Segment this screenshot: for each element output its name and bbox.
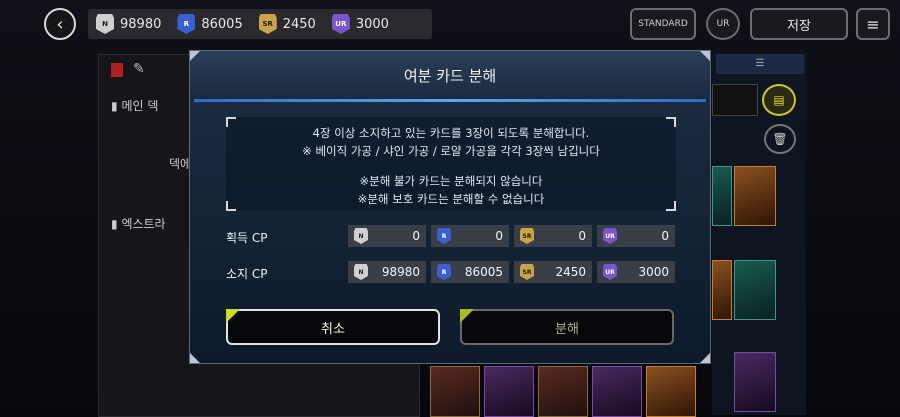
dialog-header: 여분 카드 분해 (190, 51, 710, 99)
cp-r: R 86005 (177, 14, 243, 34)
cp-n: N 98980 (96, 14, 161, 34)
sidebar-item-extra-deck[interactable]: ▮ 엑스트라 (111, 215, 166, 232)
acquire-cp-value: 0 (578, 229, 586, 243)
acquire-cp-label: 획득 CP (226, 231, 268, 245)
button-accent (226, 309, 240, 323)
info-line: ※분해 불가 카드는 분해되지 않습니다 (359, 174, 543, 188)
cp-sr-value: 2450 (282, 16, 316, 32)
acquire-cp-r: R0 (431, 225, 509, 247)
sr-rarity-icon: SR (258, 14, 277, 34)
own-cp-value: 86005 (464, 265, 503, 279)
card-thumbnail[interactable] (538, 366, 588, 417)
r-rarity-icon: R (437, 228, 451, 244)
acquire-cp-sr: SR 0 (514, 225, 592, 247)
top-bar: ‹ N 98980 R 86005 SR 2450 UR 3000 STANDARD U… (0, 0, 900, 50)
own-cp-sr: SR 2450 (514, 261, 592, 283)
card-thumbnail[interactable] (712, 260, 732, 320)
card-thumbnail[interactable] (734, 352, 776, 412)
back-button[interactable]: ‹ (44, 8, 76, 40)
r-rarity-icon: R (437, 264, 451, 280)
sidebar-item-label: 엑스트라 (121, 217, 166, 231)
cancel-button-label: 취소 (321, 321, 345, 337)
card-thumbnail[interactable] (430, 366, 480, 417)
ur-rarity-icon: UR (603, 264, 617, 280)
acquire-cp-value: 0 (495, 229, 503, 243)
info-line: ※분해 보호 카드는 분해할 수 없습니다 (357, 192, 545, 206)
hamburger-menu-icon: ≡ (866, 14, 880, 34)
card-list-tab[interactable]: ☰ (716, 54, 804, 74)
sr-rarity-icon: SR (520, 264, 534, 280)
card-thumbnail[interactable] (712, 166, 732, 226)
save-button[interactable]: 저장 (750, 8, 848, 40)
card-thumbnail[interactable] (484, 366, 534, 417)
corner-decoration (700, 353, 710, 363)
card-thumbnail[interactable] (734, 166, 776, 226)
deck-icon (111, 63, 123, 77)
button-accent (460, 309, 474, 323)
sr-rarity-icon: SR (520, 228, 534, 244)
dismantle-button[interactable]: 분해 (460, 309, 674, 345)
ur-rarity-icon: UR (603, 228, 617, 244)
own-cp-value: 3000 (638, 265, 669, 279)
corner-decoration (190, 353, 200, 363)
card-search-input[interactable] (712, 84, 758, 116)
cp-ur-value: 3000 (355, 16, 389, 32)
sidebar-item-label: 메인 덱 (121, 99, 159, 113)
own-cp-ur: UR 3000 (597, 261, 675, 283)
info-box: 4장 이상 소지하고 있는 카드를 3장이 되도록 분해합니다. ※ 베이직 가… (226, 117, 676, 211)
header-divider (194, 99, 706, 102)
acquire-cp-n: N0 (348, 225, 426, 247)
cp-ur: UR 3000 (331, 14, 389, 34)
sidebar-item-main-deck[interactable]: ▮ 메인 덱 (111, 97, 158, 114)
main-deck-icon: ▮ (111, 99, 118, 113)
ur-filter-button[interactable]: UR (706, 8, 740, 40)
card-book-button[interactable]: ▤ (762, 84, 796, 116)
own-cp-value: 98980 (381, 265, 420, 279)
cp-sr: SR 2450 (258, 14, 316, 34)
list-icon: ☰ (755, 58, 765, 69)
acquire-cp-value: 0 (661, 229, 669, 243)
dismantle-dialog: 여분 카드 분해 4장 이상 소지하고 있는 카드를 3장이 되도록 분해합니다… (189, 50, 711, 364)
card-thumbnail[interactable] (646, 366, 696, 417)
own-cp-n: N 98980 (348, 261, 426, 283)
acquire-cp-value: 0 (412, 229, 420, 243)
cp-r-value: 86005 (201, 16, 243, 32)
info-line: ※ 베이직 가공 / 샤인 가공 / 로얄 가공을 각각 3장씩 남깁니다 (302, 144, 600, 158)
r-rarity-icon: R (177, 14, 196, 34)
n-rarity-icon: N (96, 14, 114, 34)
edit-pencil-icon[interactable]: ✎ (133, 61, 145, 77)
card-thumbnail[interactable] (734, 260, 776, 320)
trash-icon: 🗑 (772, 132, 788, 146)
sidebar-item-deck-text: 덱에 (169, 155, 191, 172)
own-cp-r: R 86005 (431, 261, 509, 283)
cancel-button[interactable]: 취소 (226, 309, 440, 345)
cp-n-value: 98980 (120, 16, 162, 32)
trash-button[interactable]: 🗑 (764, 124, 796, 154)
cp-summary: N 98980 R 86005 SR 2450 UR 3000 (88, 9, 432, 39)
menu-button[interactable]: ≡ (856, 8, 890, 40)
info-line: 4장 이상 소지하고 있는 카드를 3장이 되도록 분해합니다. (312, 126, 590, 140)
chevron-left-icon: ‹ (56, 13, 64, 35)
standard-format-button[interactable]: STANDARD (630, 8, 696, 40)
dialog-title: 여분 카드 분해 (403, 67, 497, 85)
n-rarity-icon: N (354, 264, 368, 280)
extra-deck-icon: ▮ (111, 217, 118, 231)
sidebar-item-label: 덱에 (169, 157, 192, 171)
acquire-cp-ur: UR 0 (597, 225, 675, 247)
card-thumbnail[interactable] (592, 366, 642, 417)
dismantle-button-label: 분해 (555, 321, 579, 337)
book-icon: ▤ (773, 93, 785, 107)
own-cp-label: 소지 CP (226, 267, 268, 281)
n-rarity-icon: N (354, 228, 368, 244)
own-cp-value: 2450 (555, 265, 586, 279)
ur-rarity-icon: UR (331, 14, 350, 34)
